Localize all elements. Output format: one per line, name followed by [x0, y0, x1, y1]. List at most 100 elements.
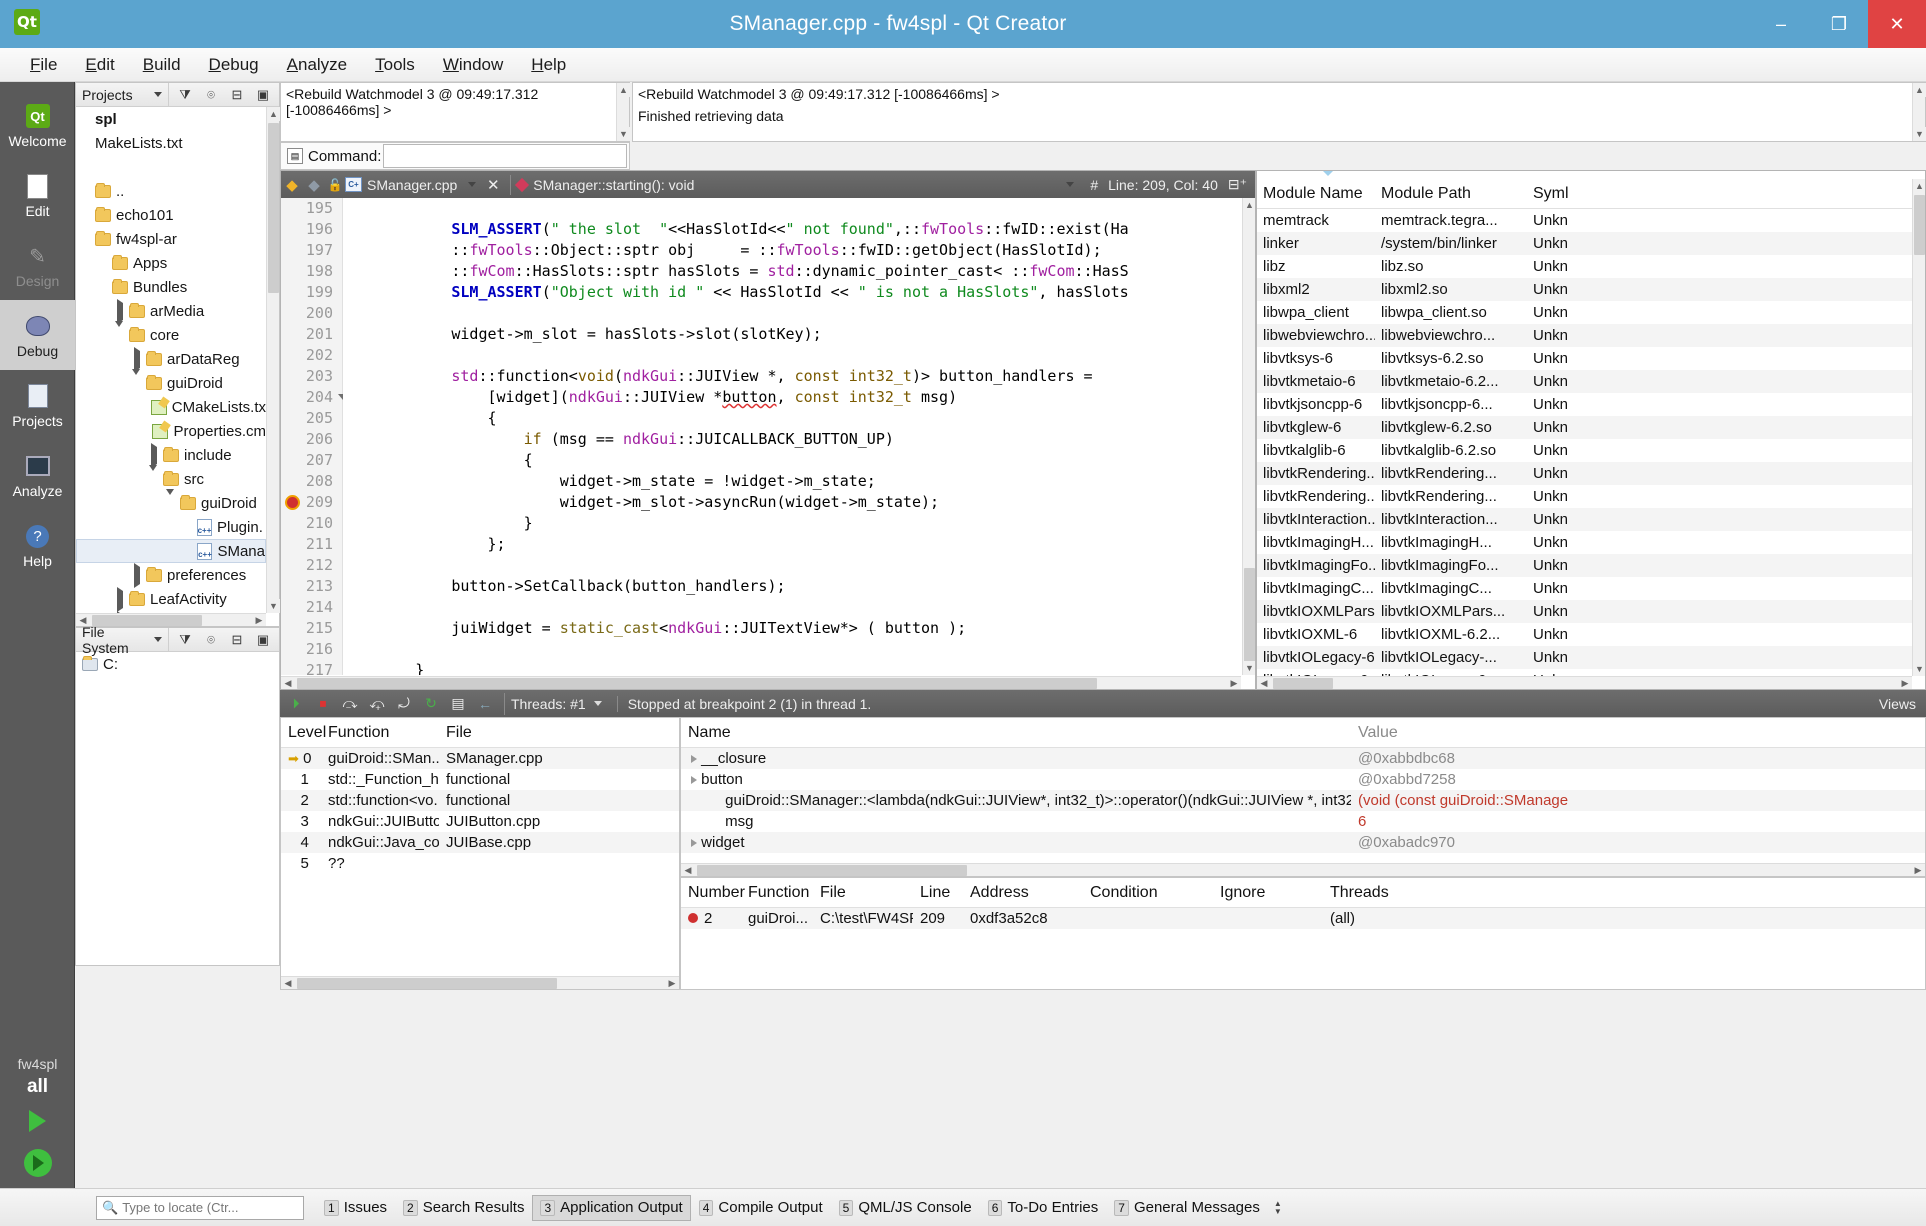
expand-all-icon[interactable]: ⊟ [229, 87, 245, 103]
code-line-195[interactable] [343, 198, 1241, 219]
scroll-up-icon[interactable]: ▲ [1913, 83, 1926, 97]
tree-item[interactable]: .. [76, 179, 266, 203]
output-pane-qml-js-console[interactable]: 5 QML/JS Console [831, 1195, 980, 1221]
expander-closed-icon[interactable] [691, 776, 697, 784]
breakpoints-table-body[interactable]: 2 guiDroi... C:\test\FW4SPL\... 209 0xdf3a52… [681, 908, 1925, 929]
expander-closed-icon[interactable] [134, 346, 140, 372]
stack-table-row[interactable]: 5?? [281, 853, 679, 874]
editor-vscrollbar[interactable]: ▲ ▼ [1242, 198, 1255, 675]
output-pane-compile-output[interactable]: 4 Compile Output [691, 1195, 831, 1221]
modules-column-header[interactable]: Syml [1527, 185, 1597, 203]
maximize-button[interactable]: ❐ [1810, 0, 1868, 48]
run-button[interactable] [0, 1100, 75, 1142]
modules-table-row[interactable]: libz libz.so Unkn [1257, 255, 1925, 278]
modules-table-row[interactable]: libvtkImagingC... libvtkImagingC... Unkn [1257, 577, 1925, 600]
code-line-199[interactable]: SLM_ASSERT("Object with id " << HasSlotI… [343, 282, 1241, 303]
tree-item[interactable]: guiDroid [76, 368, 266, 395]
stop-icon[interactable]: ⏹ [311, 693, 335, 715]
mode-analyze[interactable]: Analyze [0, 440, 75, 510]
instruction-view-icon[interactable]: ▤ [446, 693, 470, 715]
output-pane-to-do-entries[interactable]: 6 To-Do Entries [980, 1195, 1107, 1221]
breakpoints-column-header[interactable]: Condition [1083, 884, 1213, 902]
code-line-208[interactable]: widget->m_state = !widget->m_state; [343, 471, 1241, 492]
menu-item-tools[interactable]: Tools [361, 51, 429, 79]
threads-combo[interactable]: Threads: #1 [504, 692, 608, 715]
gutter-line-216[interactable]: 216 [281, 639, 342, 660]
output-pane-issues[interactable]: 1 Issues [316, 1195, 395, 1221]
locals-column-header[interactable]: Value [1351, 724, 1398, 742]
code-line-205[interactable]: { [343, 408, 1241, 429]
modules-table-row[interactable]: libvtkIOLegacy-6 libvtkIOLegacy-... Unkn [1257, 646, 1925, 669]
filesystem-tree[interactable]: C: [76, 652, 266, 952]
tree-item[interactable]: Bundles [76, 275, 266, 299]
projects-view-combo[interactable]: Projects [76, 82, 169, 107]
menu-item-build[interactable]: Build [129, 51, 195, 79]
navigate-back-icon[interactable]: ◆ [281, 176, 303, 194]
mode-help[interactable]: ? Help [0, 510, 75, 580]
modules-table-row[interactable]: libvtksys-6 libvtksys-6.2.so Unkn [1257, 347, 1925, 370]
gutter-line-212[interactable]: 212 [281, 555, 342, 576]
tree-item[interactable]: MakeLists.txt [76, 131, 266, 155]
projects-vscrollbar[interactable]: ▲ ▼ [266, 107, 280, 613]
modules-table-body[interactable]: memtrack memtrack.tegra... Unkn linker/syst… [1257, 209, 1925, 689]
debug-run-button[interactable] [0, 1142, 75, 1184]
scroll-up-icon[interactable]: ▲ [1913, 179, 1925, 193]
gutter-line-210[interactable]: 210 [281, 513, 342, 534]
modules-table-row[interactable]: libvtkInteraction... libvtkInteraction...… [1257, 508, 1925, 531]
scroll-left-icon[interactable]: ◀ [1257, 677, 1271, 689]
tree-item[interactable]: echo101 [76, 203, 266, 227]
scroll-down-icon[interactable]: ▼ [267, 599, 280, 613]
filter-icon[interactable]: ⧩ [177, 87, 193, 103]
gutter-line-203[interactable]: 203 [281, 366, 342, 387]
modules-table-row[interactable]: libvtkalglib-6 libvtkalglib-6.2.so Unkn [1257, 439, 1925, 462]
gutter-line-199[interactable]: 199 [281, 282, 342, 303]
link-icon[interactable]: ⌾ [203, 632, 219, 648]
tree-item[interactable]: Apps [76, 251, 266, 275]
editor-gutter[interactable]: 195 196 197 198 199 200 201 202 203 204 205 206 207 2… [281, 198, 343, 689]
editor-hscrollbar[interactable]: ◀ ▶ [281, 676, 1241, 689]
output-pane-updown-icon[interactable]: ▲ ▼ [1274, 1199, 1282, 1216]
gutter-line-197[interactable]: 197 [281, 240, 342, 261]
gutter-line-202[interactable]: 202 [281, 345, 342, 366]
expander-closed-icon[interactable] [117, 586, 123, 612]
modules-vscrollbar[interactable]: ▲ ▼ [1912, 179, 1925, 676]
tree-item[interactable]: include [76, 442, 266, 468]
output-pane-general-messages[interactable]: 7 General Messages [1106, 1195, 1268, 1221]
menu-item-debug[interactable]: Debug [195, 51, 273, 79]
stack-table-row[interactable]: 1 std::_Function_h... functional [281, 769, 679, 790]
breakpoints-column-header[interactable]: File [813, 884, 913, 902]
modules-table-row[interactable]: libvtkRendering... libvtkRendering... Unkn [1257, 462, 1925, 485]
console-right-vscrollbar[interactable]: ▲ ▼ [1912, 83, 1926, 141]
scroll-down-icon[interactable]: ▼ [1913, 662, 1925, 676]
scroll-right-icon[interactable]: ▶ [1898, 677, 1912, 689]
code-line-216[interactable] [343, 639, 1241, 660]
tree-item[interactable]: c++ Plugin. [76, 515, 266, 539]
locals-table-row[interactable]: guiDroid::SManager::<lambda(ndkGui::JUIV… [681, 790, 1925, 811]
code-line-203[interactable]: std::function<void(ndkGui::JUIView *, co… [343, 366, 1241, 387]
stack-table-body[interactable]: ➡ 0 guiDroid::SMan... SManager.cpp 1 std::_… [281, 748, 679, 874]
modules-table-row[interactable]: libxml2 libxml2.so Unkn [1257, 278, 1925, 301]
breakpoints-column-header[interactable]: Number [681, 884, 745, 902]
gutter-line-213[interactable]: 213 [281, 576, 342, 597]
editor-symbol-combo[interactable]: SManager::starting(): void [515, 177, 694, 193]
step-out-icon[interactable]: ⤾ [392, 693, 416, 715]
menu-item-analyze[interactable]: Analyze [273, 51, 361, 79]
scroll-down-icon[interactable]: ▼ [617, 127, 630, 141]
locals-hscrollbar[interactable]: ◀ ▶ [681, 863, 1925, 876]
editor-file-combo[interactable]: C+ SManager.cpp [345, 177, 482, 193]
breakpoints-column-header[interactable]: Line [913, 884, 963, 902]
locals-table-body[interactable]: __closure @0xabbdbc68 button @0xabbd7258 g… [681, 748, 1925, 853]
gutter-line-201[interactable]: 201 [281, 324, 342, 345]
code-line-207[interactable]: { [343, 450, 1241, 471]
projects-tree[interactable]: spl MakeLists.txt.. echo101 fw4spl-ar Apps Bu… [76, 107, 266, 613]
scroll-right-icon[interactable]: ▶ [252, 614, 266, 627]
locals-table-row[interactable]: button @0xabbd7258 [681, 769, 1925, 790]
minimize-button[interactable]: – [1752, 0, 1810, 48]
continue-icon[interactable]: ⏵ [284, 693, 308, 715]
tree-item[interactable]: preferences [76, 562, 266, 588]
gutter-line-195[interactable]: 195 [281, 198, 342, 219]
modules-column-header[interactable]: Module Path [1375, 185, 1527, 203]
locals-table-row[interactable]: widget @0xabadc970 [681, 832, 1925, 853]
expand-all-icon[interactable]: ⊟ [229, 632, 245, 648]
code-line-197[interactable]: ::fwTools::Object::sptr obj = ::fwTools:… [343, 240, 1241, 261]
